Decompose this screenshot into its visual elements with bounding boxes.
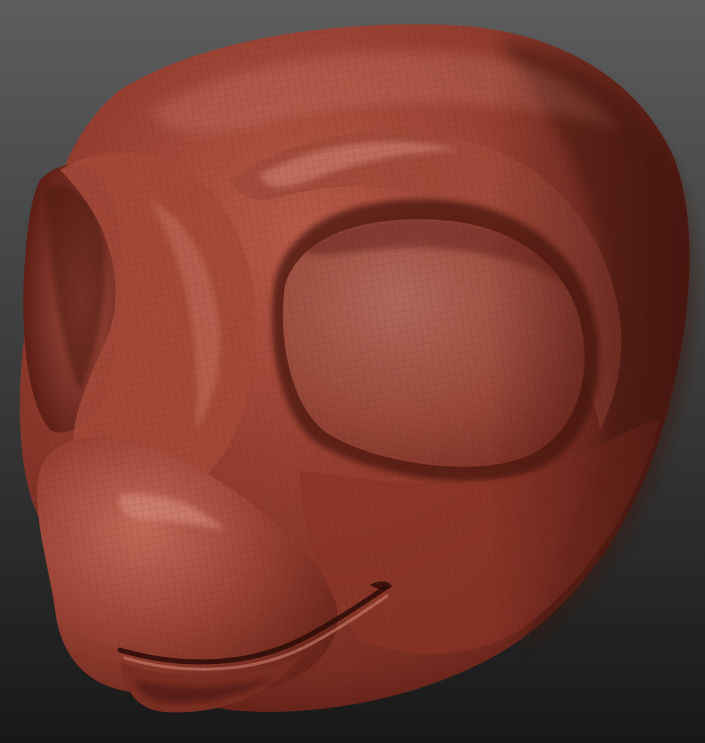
sculpt-render: [0, 0, 705, 743]
viewport-canvas[interactable]: [0, 0, 705, 743]
